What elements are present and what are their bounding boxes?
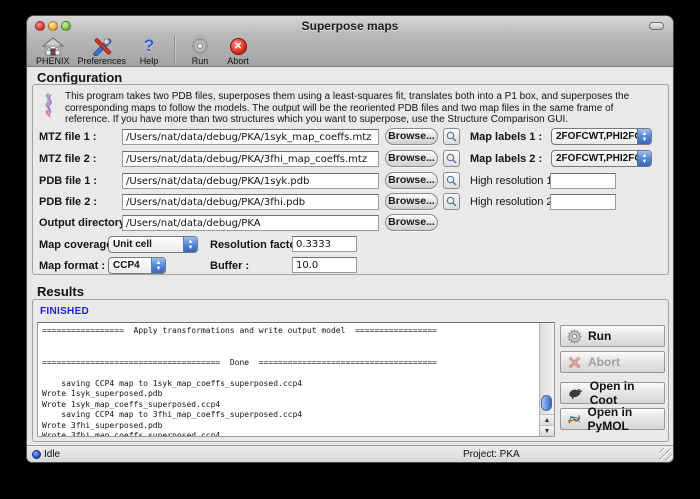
mtz-file-2-input[interactable] (122, 151, 379, 167)
program-description: This program takes two PDB files, superp… (65, 91, 659, 126)
pdb-file-1-label: PDB file 1 : (39, 175, 97, 187)
toolbar-abort-label: Abort (223, 56, 253, 66)
mtz-file-1-browse-button[interactable]: Browse... (385, 128, 438, 145)
open-in-pymol-button[interactable]: Open in PyMOL (560, 408, 665, 430)
mtz-file-2-browse-button[interactable]: Browse... (385, 150, 438, 167)
abort-button[interactable]: Abort (560, 351, 665, 373)
stepper-arrows-icon: ▲▼ (637, 151, 651, 166)
molecule-icon (41, 92, 57, 118)
toolbar: PHENIX Preferences ? Help (27, 35, 673, 67)
scroll-down-arrow[interactable]: ▼ (540, 425, 554, 436)
map-coverage-dropdown[interactable]: Unit cell ▲▼ (108, 236, 198, 253)
output-directory-browse-button[interactable]: Browse... (385, 214, 438, 231)
house-icon (36, 36, 70, 56)
title-bar[interactable]: Superpose maps (27, 16, 673, 35)
toolbar-help-button[interactable]: ? Help (130, 35, 168, 66)
gear-icon (185, 36, 215, 56)
stepper-arrows-icon: ▲▼ (183, 237, 197, 252)
scrollbar-thumb[interactable] (541, 395, 552, 411)
configuration-groupbox: This program takes two PDB files, superp… (32, 84, 669, 275)
pymol-ribbon-icon (567, 412, 582, 426)
console-output[interactable]: ================= Apply transformations … (37, 322, 555, 437)
mtz-file-1-inspect-button[interactable] (443, 128, 460, 145)
map-labels-1-label: Map labels 1 : (470, 131, 542, 143)
resolution-factor-input[interactable] (292, 236, 357, 252)
toolbar-phenix-button[interactable]: PHENIX (32, 35, 74, 66)
magnifier-icon (446, 196, 457, 207)
high-resolution-1-input[interactable] (550, 173, 616, 189)
coot-bird-icon (567, 387, 584, 400)
toolbar-help-label: Help (134, 56, 164, 66)
map-format-dropdown[interactable]: CCP4 ▲▼ (108, 257, 166, 274)
magnifier-icon (446, 131, 457, 142)
pdb-file-1-browse-button[interactable]: Browse... (385, 172, 438, 189)
pdb-file-2-label: PDB file 2 : (39, 196, 97, 208)
map-labels-1-dropdown[interactable]: 2FOFCWT,PHI2FOF... ▲▼ (551, 128, 652, 145)
status-bar: Idle Project: PKA (27, 445, 673, 462)
output-directory-input[interactable] (122, 215, 379, 231)
stepper-arrows-icon: ▲▼ (151, 258, 165, 273)
toolbar-abort-button[interactable]: ✕ Abort (219, 35, 257, 66)
high-resolution-1-label: High resolution 1 : (470, 175, 559, 187)
app-window: Superpose maps PHENIX (26, 15, 674, 463)
crossed-tools-icon (78, 36, 127, 56)
toolbar-run-label: Run (185, 56, 215, 66)
high-resolution-2-label: High resolution 2 : (470, 196, 559, 208)
mtz-file-1-input[interactable] (122, 129, 379, 145)
resize-grip[interactable] (659, 448, 672, 461)
toolbar-separator (174, 36, 175, 63)
toolbar-run-button[interactable]: Run (181, 35, 219, 66)
pdb-file-2-browse-button[interactable]: Browse... (385, 193, 438, 210)
stepper-arrows-icon: ▲▼ (637, 129, 651, 144)
pdb-file-2-inspect-button[interactable] (443, 193, 460, 210)
question-mark-icon: ? (144, 37, 154, 55)
map-labels-2-label: Map labels 2 : (470, 153, 542, 165)
pdb-file-2-input[interactable] (122, 194, 379, 210)
map-format-label: Map format : (39, 260, 105, 272)
pdb-file-1-input[interactable] (122, 173, 379, 189)
mtz-file-2-label: MTZ file 2 : (39, 153, 96, 165)
map-labels-2-dropdown[interactable]: 2FOFCWT,PHI2FOF... ▲▼ (551, 150, 652, 167)
mtz-file-2-inspect-button[interactable] (443, 150, 460, 167)
abort-x-icon: ✕ (230, 38, 247, 55)
mtz-file-1-label: MTZ file 1 : (39, 131, 96, 143)
buffer-input[interactable] (292, 257, 357, 273)
toolbar-phenix-label: PHENIX (36, 56, 70, 66)
toolbar-preferences-button[interactable]: Preferences (74, 35, 131, 66)
results-heading: Results (37, 284, 84, 299)
job-status-text: FINISHED (40, 306, 89, 317)
magnifier-icon (446, 153, 457, 164)
results-groupbox: FINISHED ================= Apply transfo… (32, 299, 669, 442)
configuration-heading: Configuration (37, 70, 122, 85)
magnifier-icon (446, 175, 457, 186)
buffer-label: Buffer : (210, 260, 249, 272)
scroll-up-arrow[interactable]: ▲ (540, 414, 554, 425)
window-title: Superpose maps (27, 19, 673, 33)
pdb-file-1-inspect-button[interactable] (443, 172, 460, 189)
gear-icon (567, 329, 582, 344)
high-resolution-2-input[interactable] (550, 194, 616, 210)
idle-indicator-icon (32, 450, 41, 459)
toolbar-preferences-label: Preferences (78, 56, 127, 66)
output-directory-label: Output directory : (39, 217, 132, 229)
red-x-icon (567, 355, 582, 370)
open-in-coot-button[interactable]: Open in Coot (560, 382, 665, 404)
status-text: Idle (44, 449, 60, 460)
project-label: Project: PKA (463, 449, 520, 460)
toolbar-toggle-lozenge[interactable] (649, 22, 664, 30)
console-scrollbar[interactable]: ▲ ▼ (539, 323, 554, 436)
run-button[interactable]: Run (560, 325, 665, 347)
console-text: ================= Apply transformations … (38, 323, 554, 437)
